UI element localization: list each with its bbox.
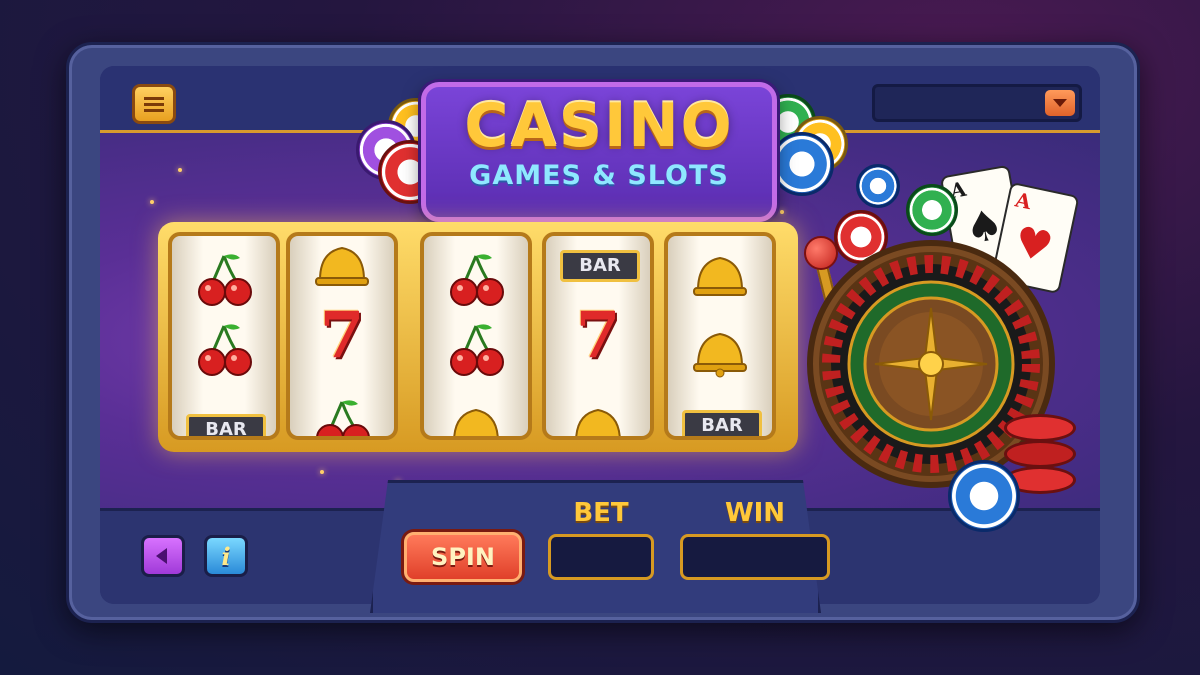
logo-subtitle: GAMES & SLOTS [469, 160, 729, 191]
chip-stack-icon [770, 132, 834, 196]
bell-icon [453, 408, 499, 436]
bell-icon [693, 332, 747, 378]
bet-label: BET [573, 498, 629, 528]
chip-stack-icon [1004, 414, 1076, 442]
reel-1[interactable]: BAR [168, 232, 280, 440]
spin-button[interactable]: SPIN [404, 532, 522, 582]
seven-symbol: 7 [575, 298, 621, 373]
chip-stack-icon [906, 184, 958, 236]
win-label: WIN [724, 498, 786, 528]
info-button[interactable]: i [204, 535, 248, 577]
cherries-icon [450, 324, 504, 376]
win-value-field [680, 534, 830, 580]
slot-machine: BAR 7 BAR 7 BAR [158, 222, 798, 452]
bar-symbol: BAR [682, 410, 762, 436]
bell-icon [575, 408, 621, 436]
hamburger-menu-icon [144, 96, 164, 112]
card-rank: A [1013, 187, 1034, 215]
reel-3[interactable] [420, 232, 532, 440]
triangle-left-icon [156, 548, 167, 564]
bar-symbol: BAR [560, 250, 640, 282]
sparkle [150, 200, 154, 204]
bet-value-field[interactable] [548, 534, 654, 580]
chip-stack-icon [948, 460, 1020, 532]
casino-logo: CASINO GAMES & SLOTS [421, 82, 777, 222]
top-dropdown[interactable] [872, 84, 1082, 122]
back-button[interactable] [141, 535, 185, 577]
cherries-icon [198, 324, 252, 376]
cherries-icon [450, 254, 504, 306]
reel-5[interactable]: BAR [664, 232, 776, 440]
bar-symbol: BAR [186, 414, 266, 436]
seven-symbol: 7 [319, 298, 365, 373]
chip-stack-icon [1004, 440, 1076, 468]
logo-title: CASINO [464, 91, 734, 161]
sparkle [320, 470, 324, 474]
reel-2[interactable]: 7 [286, 232, 398, 440]
cherries-icon [316, 400, 370, 436]
bell-icon [693, 256, 747, 296]
cherries-icon [198, 254, 252, 306]
chip-stack-icon [856, 164, 900, 208]
bell-icon [315, 246, 369, 286]
sparkle [178, 168, 182, 172]
reel-4[interactable]: BAR 7 [542, 232, 654, 440]
chevron-down-icon[interactable] [1045, 90, 1075, 116]
sparkle [780, 210, 784, 214]
menu-button[interactable] [132, 84, 176, 124]
